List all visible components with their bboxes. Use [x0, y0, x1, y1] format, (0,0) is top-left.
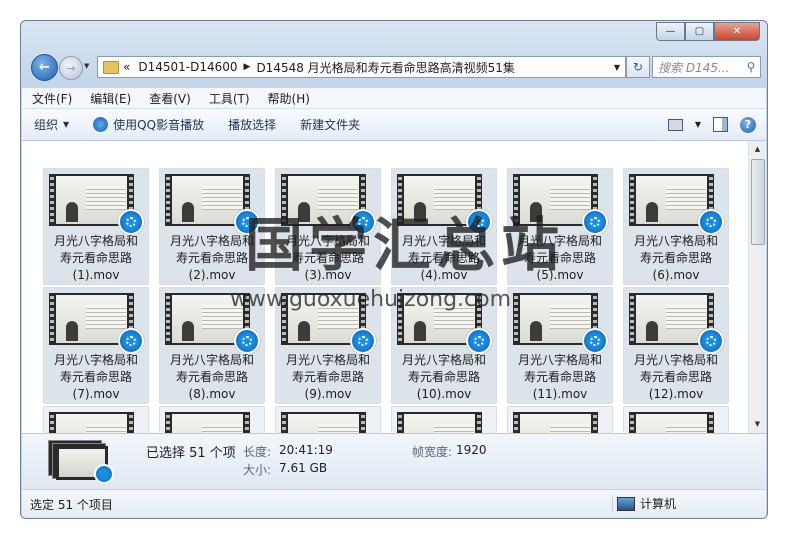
qq-player-badge-icon — [582, 328, 608, 354]
file-item[interactable]: 月光八字格局和寿元看命思路 (11).mov — [507, 287, 613, 404]
scroll-down-icon[interactable]: ▼ — [749, 416, 766, 433]
qq-player-badge-icon — [94, 464, 114, 484]
frame-width-label: 帧宽度: — [412, 445, 453, 459]
play-selection-label: 播放选择 — [228, 118, 277, 132]
qq-player-badge-icon — [698, 328, 724, 354]
file-name: 月光八字格局和寿元看命思路 (1).mov — [53, 234, 138, 282]
qq-player-icon — [93, 117, 109, 132]
qq-player-badge-icon — [582, 209, 608, 235]
size-label: 大小: — [243, 463, 272, 477]
minimize-button[interactable]: — — [656, 22, 685, 41]
qq-player-badge-icon — [698, 209, 724, 235]
length-value: 20:41:19 — [279, 443, 333, 457]
forward-button[interactable]: → — [59, 56, 83, 80]
video-thumbnail — [281, 412, 366, 433]
file-item[interactable] — [391, 406, 497, 433]
back-button[interactable]: ← — [31, 54, 58, 81]
computer-icon — [617, 496, 635, 511]
selected-count: 已选择 51 个项 — [146, 446, 236, 461]
preview-pane-icon[interactable] — [713, 117, 728, 132]
menu-file[interactable]: 文件(F) — [22, 90, 80, 107]
file-name: 月光八字格局和寿元看命思路 (7).mov — [53, 353, 138, 401]
file-name: 月光八字格局和寿元看命思路 (10).mov — [401, 353, 486, 401]
play-with-qq-button[interactable]: 使用QQ影音播放 — [81, 116, 216, 133]
file-name: 月光八字格局和寿元看命思路 (6).mov — [633, 234, 718, 282]
play-selection-button[interactable]: 播放选择 — [216, 116, 288, 133]
close-button[interactable]: ✕ — [714, 22, 760, 41]
play-with-qq-label: 使用QQ影音播放 — [113, 118, 205, 132]
search-icon[interactable]: ⚲ — [742, 60, 760, 74]
address-dropdown-icon[interactable]: ▼ — [614, 63, 620, 72]
menu-help[interactable]: 帮助(H) — [258, 90, 318, 107]
file-name: 月光八字格局和寿元看命思路 (9).mov — [285, 353, 370, 401]
recent-pages-dropdown[interactable]: ▼ — [84, 62, 89, 70]
organize-button[interactable]: 组织 ▼ — [22, 116, 81, 133]
organize-label: 组织 — [34, 118, 59, 132]
video-thumbnail — [49, 412, 134, 433]
frame-width-value: 1920 — [456, 443, 487, 457]
file-name: 月光八字格局和寿元看命思路 (12).mov — [633, 353, 718, 401]
file-item[interactable] — [275, 406, 381, 433]
file-item[interactable] — [43, 406, 149, 433]
search-box[interactable]: 搜索 D145... ⚲ — [652, 56, 761, 78]
file-name: 月光八字格局和寿元看命思路 (8).mov — [169, 353, 254, 401]
qq-player-badge-icon — [350, 328, 376, 354]
menu-tools[interactable]: 工具(T) — [199, 90, 258, 107]
address-chevron[interactable]: « — [123, 60, 130, 74]
file-item[interactable] — [623, 406, 729, 433]
file-name: 月光八字格局和寿元看命思路 (11).mov — [517, 353, 602, 401]
caption-buttons: — ▢ ✕ — [656, 22, 760, 41]
video-thumbnail — [629, 412, 714, 433]
selection-thumbnail-stack — [48, 440, 118, 484]
qq-player-badge-icon — [234, 328, 260, 354]
help-icon[interactable]: ? — [740, 116, 756, 133]
chevron-down-icon: ▼ — [63, 120, 70, 129]
file-item[interactable]: 月光八字格局和寿元看命思路 (7).mov — [43, 287, 149, 404]
watermark-title: 国学汇总站 — [245, 211, 566, 279]
size-value: 7.61 GB — [279, 461, 328, 475]
qq-player-badge-icon — [466, 328, 492, 354]
status-selected-text: 选定 51 个项目 — [30, 497, 113, 512]
menu-edit[interactable]: 编辑(E) — [80, 90, 139, 107]
change-view-icon[interactable] — [667, 118, 683, 131]
video-thumbnail — [165, 412, 250, 433]
forward-arrow-icon: → — [66, 61, 76, 75]
watermark-url: www.guoxuehuizong.com — [230, 287, 512, 312]
file-item[interactable]: 月光八字格局和寿元看命思路 (1).mov — [43, 168, 149, 285]
refresh-button[interactable]: ↻ — [626, 56, 650, 78]
search-input[interactable]: 搜索 D145... — [653, 59, 742, 76]
new-folder-button[interactable]: 新建文件夹 — [288, 116, 372, 133]
file-item[interactable] — [507, 406, 613, 433]
scrollbar-thumb[interactable] — [751, 159, 765, 245]
qq-player-badge-icon — [118, 328, 144, 354]
status-computer-label: 计算机 — [640, 497, 677, 511]
video-thumbnail — [513, 412, 598, 433]
back-arrow-icon: ← — [39, 60, 50, 75]
video-thumbnail — [397, 412, 482, 433]
folder-icon — [103, 60, 119, 74]
file-item[interactable] — [159, 406, 265, 433]
details-pane: 已选择 51 个项 长度: 20:41:19 大小: 7.61 GB 帧宽度: … — [22, 433, 766, 490]
command-bar: 组织 ▼ 使用QQ影音播放 播放选择 新建文件夹 ▼ ? — [22, 109, 766, 141]
file-item[interactable]: 月光八字格局和寿元看命思路 (6).mov — [623, 168, 729, 285]
crumb-separator-icon[interactable]: ▶ — [244, 62, 251, 72]
vertical-scrollbar[interactable]: ▲ ▼ — [748, 141, 766, 433]
view-options-chevron-icon[interactable]: ▼ — [695, 120, 701, 129]
qq-player-badge-icon — [118, 209, 144, 235]
file-item[interactable]: 月光八字格局和寿元看命思路 (12).mov — [623, 287, 729, 404]
crumb-current-folder[interactable]: D14548 月光格局和寿元看命思路高清视频51集 — [256, 59, 515, 76]
new-folder-label: 新建文件夹 — [300, 118, 361, 132]
status-bar: 选定 51 个项目 计算机 — [22, 489, 766, 518]
address-bar[interactable]: « D14501-D14600 ▶ D14548 月光格局和寿元看命思路高清视频… — [97, 56, 626, 78]
refresh-icon: ↻ — [632, 60, 644, 74]
scroll-up-icon[interactable]: ▲ — [749, 141, 766, 158]
menu-view[interactable]: 查看(V) — [139, 90, 199, 107]
length-label: 长度: — [243, 445, 272, 459]
crumb-d14501-d14600[interactable]: D14501-D14600 — [138, 60, 237, 74]
status-computer: 计算机 — [612, 495, 676, 512]
menu-bar: 文件(F) 编辑(E) 查看(V) 工具(T) 帮助(H) — [22, 88, 766, 109]
maximize-button[interactable]: ▢ — [685, 22, 714, 41]
